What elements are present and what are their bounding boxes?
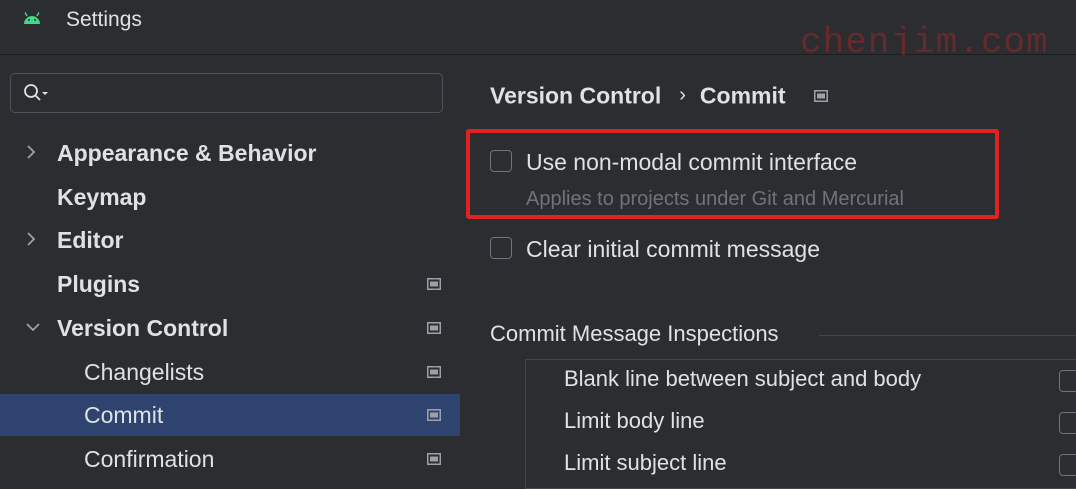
android-icon <box>24 12 40 24</box>
project-settings-icon <box>427 366 441 378</box>
inspections-section-title: Commit Message Inspections <box>490 321 779 346</box>
title-bar: Settings chenjim.com <box>0 0 1076 63</box>
chevron-right-icon[interactable] <box>24 142 38 162</box>
sidebar-item-appearance-behavior[interactable]: Appearance & Behavior <box>0 132 460 174</box>
sidebar-item-plugins[interactable]: Plugins <box>0 263 460 305</box>
sidebar-item-keymap[interactable]: Keymap <box>0 176 460 218</box>
clear-initial-message-label[interactable]: Clear initial commit message <box>526 236 820 263</box>
inspection-checkbox[interactable] <box>1059 370 1076 392</box>
sidebar-item-label: Editor <box>57 227 124 253</box>
inspection-label: Limit body line <box>564 408 705 433</box>
chevron-down-icon[interactable] <box>24 317 42 337</box>
project-settings-icon <box>427 409 441 421</box>
table-row[interactable]: Limit subject line <box>526 444 1076 486</box>
breadcrumb-current: Commit <box>699 82 786 109</box>
sidebar-item-version-control[interactable]: Version Control <box>0 307 460 349</box>
project-settings-icon <box>813 89 828 102</box>
table-row[interactable]: Limit body line <box>526 402 1076 444</box>
inspection-label: Limit subject line <box>564 450 727 475</box>
search-input[interactable] <box>10 73 443 113</box>
breadcrumb-parent[interactable]: Version Control <box>490 82 661 108</box>
sidebar-item-label: Changelists <box>84 359 205 385</box>
search-icon[interactable] <box>23 83 49 103</box>
sidebar-item-label: Commit <box>84 402 164 428</box>
non-modal-commit-checkbox[interactable] <box>490 150 512 172</box>
chevron-right-icon[interactable] <box>24 229 38 249</box>
inspection-checkbox[interactable] <box>1059 412 1076 434</box>
non-modal-commit-label[interactable]: Use non-modal commit interface <box>526 149 857 176</box>
project-settings-icon <box>427 453 441 465</box>
clear-initial-message-checkbox[interactable] <box>490 237 512 259</box>
settings-content: Version Control › Commit Use non-modal com… <box>461 55 1076 489</box>
breadcrumb: Version Control › Commit <box>490 81 828 109</box>
sidebar-item-confirmation[interactable]: Confirmation <box>0 438 460 480</box>
sidebar-item-label: Appearance & Behavior <box>57 140 317 166</box>
sidebar-item-label: Plugins <box>57 271 141 297</box>
inspection-label: Blank line between subject and body <box>564 366 922 391</box>
window-title: Settings <box>66 8 142 31</box>
settings-sidebar: Appearance & Behavior Keymap Editor Plug… <box>0 55 460 479</box>
non-modal-commit-hint: Applies to projects under Git and Mercur… <box>526 188 904 210</box>
table-row[interactable]: Blank line between subject and body <box>526 360 1076 402</box>
inspection-checkbox[interactable] <box>1059 454 1076 476</box>
inspections-table: Blank line between subject and body Limi… <box>525 359 1076 489</box>
section-divider <box>819 335 1076 336</box>
sidebar-item-label: Confirmation <box>84 446 215 472</box>
project-settings-icon <box>427 322 441 334</box>
sidebar-item-changelists[interactable]: Changelists <box>0 351 460 393</box>
breadcrumb-separator: › <box>679 84 686 107</box>
project-settings-icon <box>427 278 441 290</box>
sidebar-item-label: Version Control <box>57 315 229 341</box>
sidebar-item-editor[interactable]: Editor <box>0 219 460 261</box>
sidebar-item-commit[interactable]: Commit <box>0 394 460 436</box>
sidebar-item-label: Keymap <box>57 184 147 210</box>
